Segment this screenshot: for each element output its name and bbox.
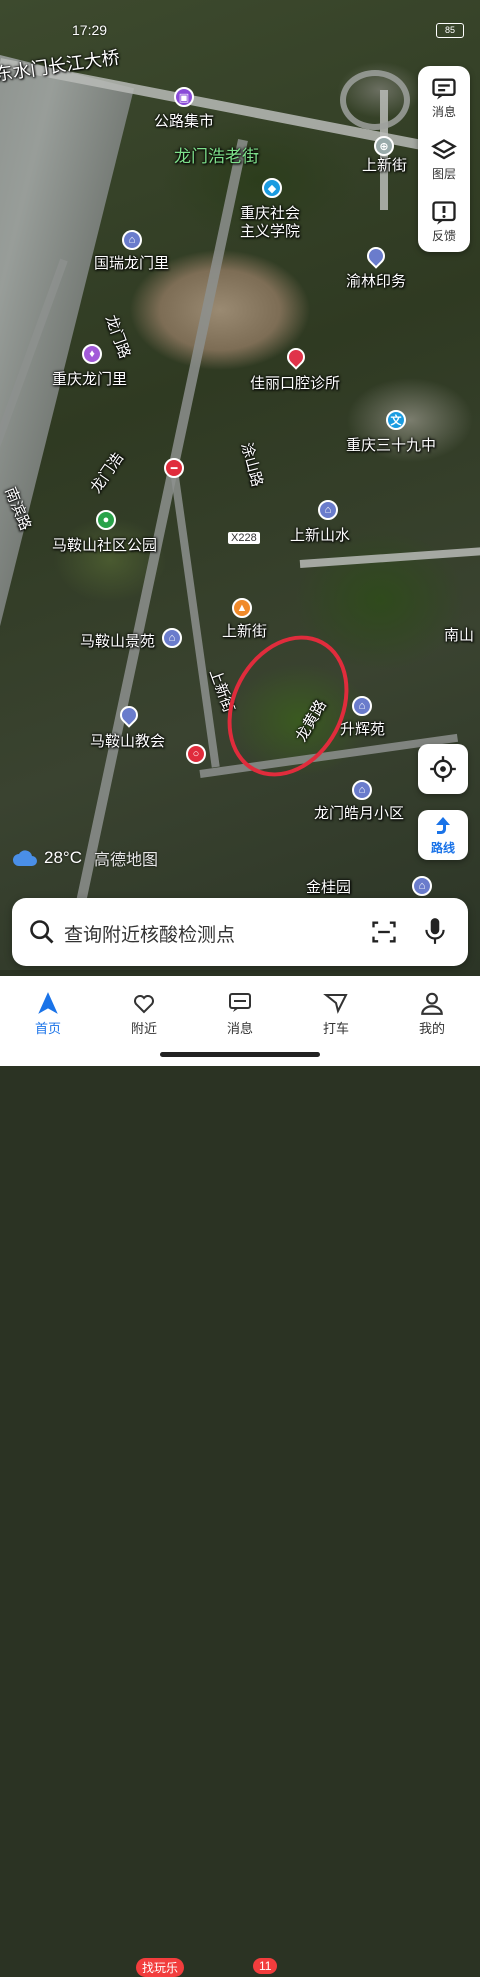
map-label-haoyue[interactable]: 龙门皓月小区 — [314, 802, 404, 823]
map-label-church[interactable]: 马鞍山教会 — [90, 730, 165, 751]
heart-icon — [134, 995, 154, 1014]
park-icon[interactable]: ● — [96, 510, 116, 530]
home-indicator[interactable] — [160, 1052, 320, 1057]
nav-nearby-label: 附近 — [130, 1021, 157, 1036]
map-label-market[interactable]: 公路集市 — [154, 110, 214, 131]
map-label-jingui[interactable]: 金桂园 — [306, 876, 351, 897]
market-icon[interactable]: ▣ — [174, 87, 194, 107]
battery-icon: 85 — [436, 23, 464, 38]
no-entry-icon: ━ — [164, 458, 184, 478]
layers-icon — [431, 138, 457, 159]
nav-profile-label: 我的 — [418, 1021, 445, 1036]
clinic-pin-icon[interactable] — [283, 344, 309, 370]
messages-label: 消息 — [431, 104, 456, 119]
user-icon — [421, 992, 443, 1015]
map-label-longmen-road[interactable]: 龙门路 — [101, 312, 136, 361]
map-label-nanshan[interactable]: 南山 — [444, 624, 474, 645]
map-label-guorui[interactable]: 国瑞龙门里 — [94, 252, 169, 273]
feedback-icon — [432, 200, 456, 225]
weather-widget[interactable]: 28°C 高德地图 — [12, 846, 158, 870]
nav-home-label: 首页 — [34, 1021, 61, 1036]
residential-icon-4[interactable]: ⌂ — [352, 696, 372, 716]
map-label-shenghui[interactable]: 升辉苑 — [340, 718, 385, 739]
shopping-icon[interactable]: ♦ — [82, 344, 102, 364]
school-icon-39[interactable]: 文 — [386, 410, 406, 430]
map-label-shangxin-shanshui[interactable]: 上新山水 — [290, 524, 350, 545]
map-label-longmenhao-street[interactable]: 龙门浩老街 — [174, 142, 259, 167]
map-label-maanshan-jingyuan[interactable]: 马鞍山景苑 — [80, 630, 155, 651]
road-shangxin — [170, 469, 220, 768]
river-water — [0, 40, 135, 787]
nav-taxi[interactable]: 打车 — [296, 988, 376, 1037]
satellite-map[interactable]: 东水门长江大桥 ▣ 公路集市 龙门浩老街 ⊕ 上新街 ◆ 重庆社会 主义学院 ⌂… — [0, 0, 480, 970]
map-attribution: 高德地图 — [93, 852, 158, 869]
home-arrow-icon — [38, 992, 58, 1014]
residential-icon-5[interactable]: ⌂ — [352, 780, 372, 800]
map-label-school39[interactable]: 重庆三十九中 — [346, 434, 436, 455]
nav-messages[interactable]: 消息 — [200, 988, 280, 1037]
road-nanshan — [299, 546, 480, 568]
map-label-shangxinjie-2[interactable]: 上新街 — [222, 620, 267, 641]
layers-label: 图层 — [431, 166, 456, 181]
map-label-yulin[interactable]: 渝林印务 — [346, 270, 406, 291]
map-label-dental[interactable]: 佳丽口腔诊所 — [250, 372, 340, 393]
residential-icon-2[interactable]: ⌂ — [318, 500, 338, 520]
roundabout-icon: ○ — [186, 744, 206, 764]
map-side-panel: 消息 图层 反馈 — [418, 66, 470, 252]
route-label: 路线 — [430, 840, 455, 855]
nav-nearby[interactable]: 附近 — [104, 988, 184, 1037]
layers-button[interactable]: 图层 — [418, 128, 470, 190]
map-label-socialism-2[interactable]: 主义学院 — [240, 220, 300, 241]
location-pin-icon[interactable] — [363, 243, 389, 269]
status-time: 17:29 — [72, 22, 108, 38]
weather-temp: 28°C — [44, 848, 82, 867]
road-loop — [340, 70, 410, 130]
chat-icon — [229, 993, 251, 1012]
message-icon — [432, 78, 456, 99]
search-bar[interactable]: 查询附近核酸检测点 — [12, 898, 468, 966]
residential-icon[interactable]: ⌂ — [122, 230, 142, 250]
messages-badge: 11 — [253, 1958, 278, 1974]
map-label-tushan-road[interactable]: 涂山路 — [237, 440, 269, 489]
map-label-shangxinjie-1[interactable]: 上新街 — [362, 154, 407, 175]
cloud-icon — [13, 850, 37, 866]
status-bar: 17:29 85 — [0, 18, 480, 44]
nav-taxi-label: 打车 — [322, 1021, 349, 1036]
feedback-label: 反馈 — [431, 228, 456, 243]
nav-messages-label: 消息 — [226, 1021, 253, 1036]
crosshair-icon — [430, 756, 456, 782]
nav-home[interactable]: 首页 — [8, 988, 88, 1037]
map-label-park[interactable]: 马鞍山社区公园 — [52, 534, 157, 555]
residential-icon-3[interactable]: ⌂ — [162, 628, 182, 648]
taxi-icon — [323, 994, 348, 1014]
nav-profile[interactable]: 我的 — [392, 988, 472, 1037]
residential-icon-6[interactable]: ⌂ — [412, 876, 432, 896]
map-label-longmenhao[interactable]: 龙门浩 — [85, 448, 128, 497]
nearby-badge: 找玩乐 — [136, 1958, 185, 1977]
road-code-badge: X228 — [228, 532, 260, 544]
messages-button[interactable]: 消息 — [418, 66, 470, 128]
search-icon — [30, 920, 54, 944]
route-arrow-icon — [436, 816, 450, 834]
route-button[interactable]: 路线 — [418, 810, 468, 860]
locate-button[interactable] — [418, 744, 468, 794]
map-label-chongqing-longmenli[interactable]: 重庆龙门里 — [52, 368, 127, 389]
metro-icon[interactable]: ⊕ — [374, 136, 394, 156]
feedback-button[interactable]: 反馈 — [418, 190, 470, 252]
scan-icon[interactable] — [370, 918, 398, 946]
microphone-icon[interactable] — [422, 916, 448, 946]
bus-stop-icon[interactable]: ▲ — [232, 598, 252, 618]
search-input[interactable]: 查询附近核酸检测点 — [64, 920, 235, 947]
school-icon[interactable]: ◆ — [262, 178, 282, 198]
